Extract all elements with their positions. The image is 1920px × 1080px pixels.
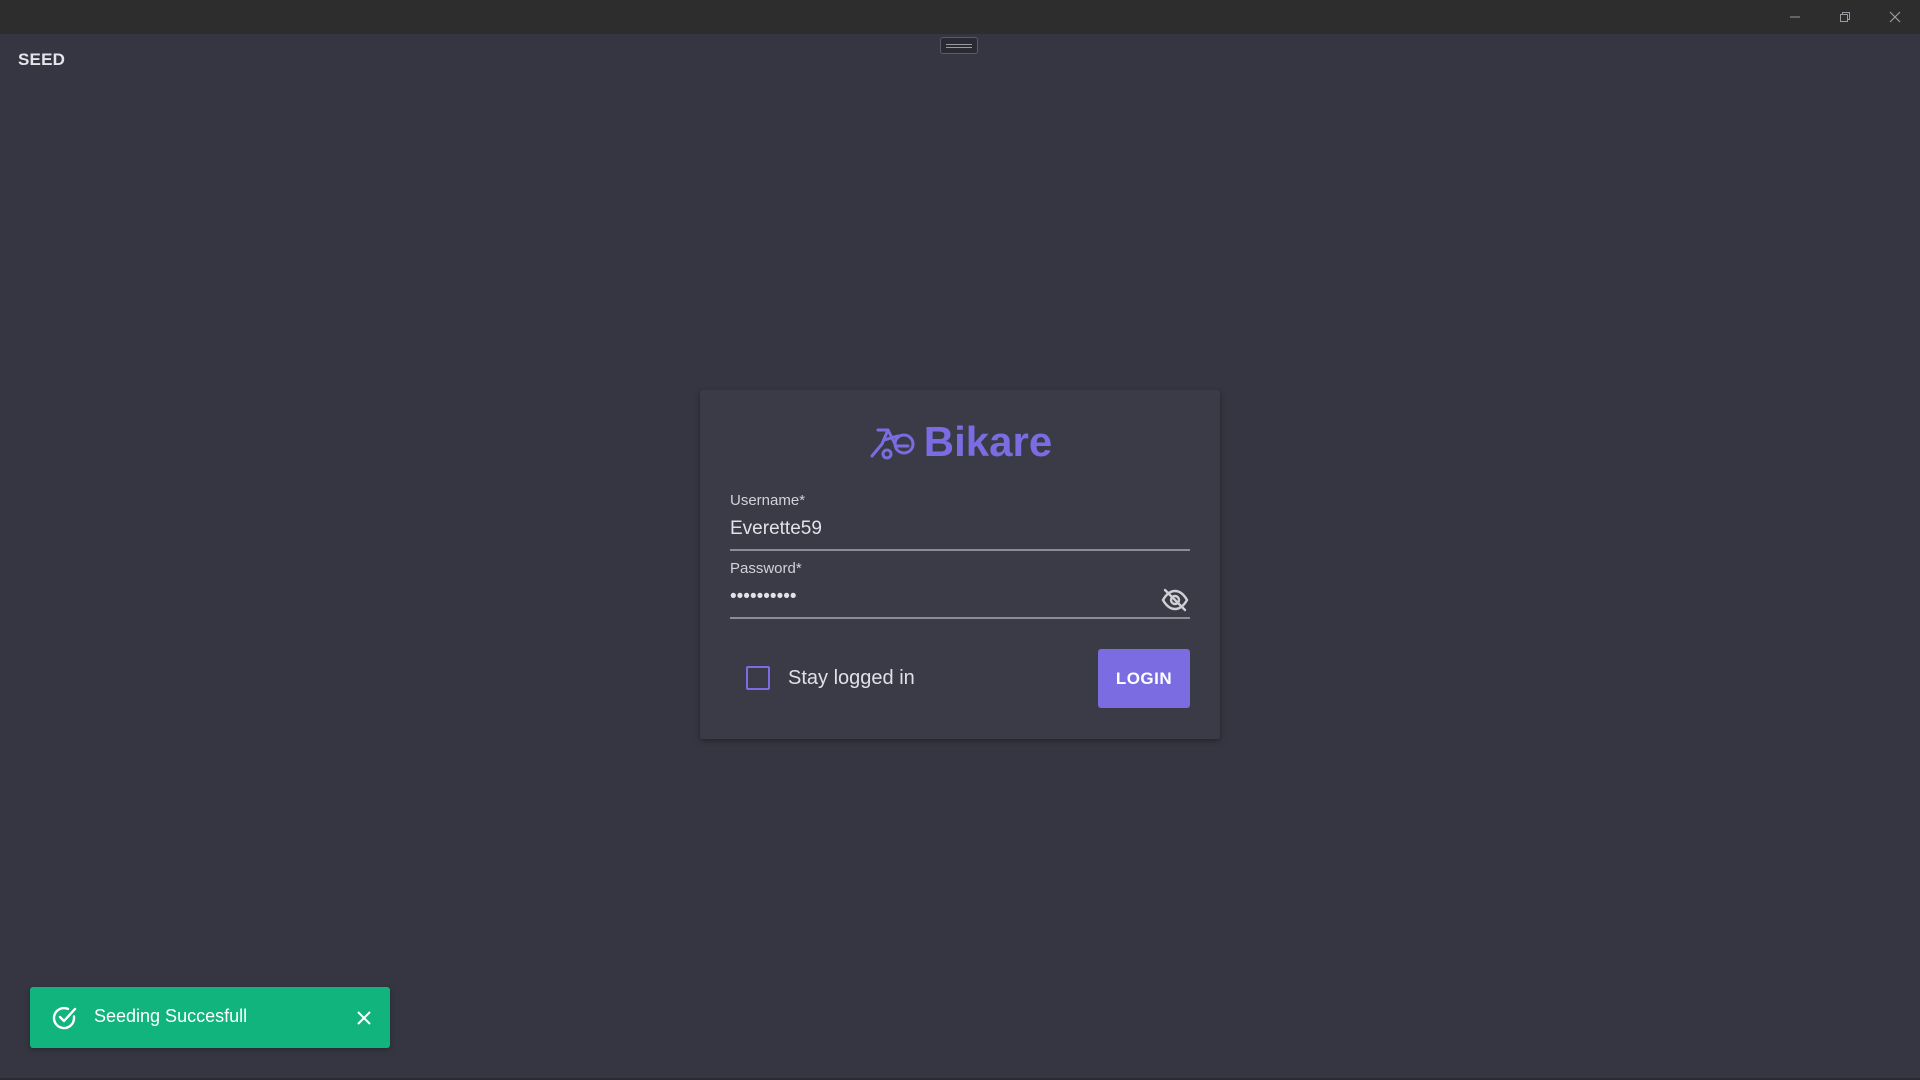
close-icon bbox=[1889, 11, 1901, 23]
stay-logged-in-label[interactable]: Stay logged in bbox=[788, 667, 915, 690]
check-circle-icon bbox=[52, 1006, 77, 1030]
login-card: Bikare Username* Everette59 Password* ••… bbox=[700, 390, 1220, 739]
stay-logged-in-checkbox[interactable] bbox=[746, 666, 770, 690]
password-field[interactable]: Password* •••••••••• bbox=[730, 560, 1190, 619]
password-underline bbox=[730, 617, 1190, 619]
window-titlebar[interactable] bbox=[0, 0, 1920, 34]
maximize-icon bbox=[1840, 12, 1850, 22]
toast-close-button[interactable] bbox=[352, 1006, 376, 1030]
close-icon bbox=[357, 1011, 371, 1025]
minimize-button[interactable] bbox=[1770, 0, 1820, 34]
maximize-button[interactable] bbox=[1820, 0, 1870, 34]
drag-handle-bar bbox=[946, 43, 972, 48]
username-underline bbox=[730, 549, 1190, 551]
toast-message: Seeding Succesfull bbox=[94, 1006, 248, 1026]
bike-logo-icon bbox=[870, 428, 915, 460]
close-button[interactable] bbox=[1870, 0, 1920, 34]
password-input[interactable]: •••••••••• bbox=[730, 583, 1190, 611]
toast-notification: Seeding Succesfull bbox=[30, 987, 390, 1048]
brand-name: Bikare bbox=[923, 418, 1053, 465]
username-field[interactable]: Username* Everette59 bbox=[730, 492, 1190, 551]
brand: Bikare bbox=[700, 418, 1220, 466]
username-input[interactable]: Everette59 bbox=[730, 515, 1190, 543]
password-visibility-toggle[interactable] bbox=[1160, 586, 1190, 614]
minimize-icon bbox=[1790, 16, 1800, 18]
password-label: Password* bbox=[730, 560, 802, 577]
eye-off-icon bbox=[1161, 588, 1189, 612]
drag-handle[interactable] bbox=[940, 37, 978, 54]
username-label: Username* bbox=[730, 492, 806, 509]
login-button[interactable]: LOGIN bbox=[1098, 649, 1190, 708]
seed-button[interactable]: SEED bbox=[18, 50, 65, 70]
stay-logged-in[interactable]: Stay logged in bbox=[746, 666, 915, 690]
